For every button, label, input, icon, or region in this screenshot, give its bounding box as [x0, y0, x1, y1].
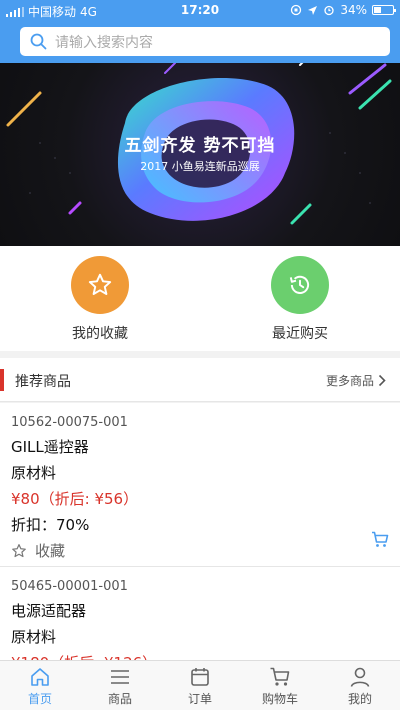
history-icon	[289, 275, 310, 294]
favorite-toggle[interactable]: 收藏	[11, 540, 389, 561]
cart-icon	[270, 667, 290, 686]
location-icon	[308, 5, 318, 15]
orientation-lock-icon	[291, 4, 302, 16]
tab-home-label: 首页	[27, 692, 52, 706]
home-icon	[31, 668, 49, 686]
promo-banner[interactable]: 五剑齐发 势不可挡 2017 小鱼易连新品巡展	[0, 63, 400, 246]
chevron-right-icon	[378, 374, 386, 387]
recommended-section-header: 推荐商品 更多商品	[0, 358, 400, 402]
banner-subtitle: 2017 小鱼易连新品巡展	[140, 160, 260, 173]
favorites-label: 我的收藏	[72, 326, 128, 342]
more-products-link[interactable]: 更多商品	[326, 372, 386, 389]
tab-profile[interactable]: 我的	[320, 661, 400, 710]
add-to-cart-button[interactable]	[371, 531, 389, 552]
header: 中国移动 4G 17:20 34% 请输入搜索内容	[0, 0, 400, 63]
battery-percent: 34%	[340, 3, 367, 17]
star-outline-icon	[12, 543, 26, 557]
tab-orders[interactable]: 订单	[160, 661, 240, 710]
product-code: 10562-00075-001	[11, 415, 128, 430]
product-code: 50465-00001-001	[11, 579, 128, 594]
tab-profile-label: 我的	[347, 692, 372, 706]
product-discount: 折扣：70%	[11, 516, 90, 534]
search-input[interactable]: 请输入搜索内容	[20, 27, 390, 56]
status-bar: 中国移动 4G 17:20 34%	[0, 0, 400, 22]
product-name: 电源适配器	[11, 602, 87, 620]
product-price: ¥80（折后: ¥56）	[11, 490, 139, 508]
tab-cart[interactable]: 购物车	[240, 661, 320, 710]
tab-bar: 首页 商品 订单 购物车 我的	[0, 660, 400, 710]
app-screen: 中国移动 4G 17:20 34% 请输入搜索内容 五剑齐发 势不可挡 2017…	[0, 0, 400, 710]
recent-circle	[271, 256, 329, 314]
cart-icon	[372, 531, 389, 547]
product-item[interactable]: 50465-00001-001 电源适配器 原材料 ¥180（折后: ¥126）	[0, 567, 400, 660]
product-type: 原材料	[11, 464, 57, 482]
recent-purchases-button[interactable]: 最近购买	[240, 256, 360, 343]
search-placeholder: 请输入搜索内容	[55, 34, 153, 51]
recent-label: 最近购买	[272, 326, 328, 342]
tab-products[interactable]: 商品	[80, 661, 160, 710]
section-title: 推荐商品	[15, 374, 71, 390]
product-item[interactable]: 10562-00075-001 GILL遥控器 原材料 ¥80（折后: ¥56）…	[0, 403, 400, 567]
product-price: ¥180（折后: ¥126）	[11, 652, 389, 660]
more-products-label: 更多商品	[325, 374, 374, 388]
alarm-icon	[324, 5, 334, 16]
product-list: 10562-00075-001 GILL遥控器 原材料 ¥80（折后: ¥56）…	[0, 403, 400, 660]
user-icon	[350, 667, 370, 687]
product-name: GILL遥控器	[11, 438, 89, 456]
search-icon	[30, 33, 47, 50]
battery-icon	[372, 5, 396, 15]
calendar-icon	[191, 668, 209, 686]
tab-home[interactable]: 首页	[0, 661, 80, 710]
tab-orders-label: 订单	[187, 692, 212, 706]
section-accent-bar	[0, 369, 4, 391]
favorites-circle	[71, 256, 129, 314]
tab-products-label: 商品	[107, 692, 132, 706]
favorite-label: 收藏	[35, 542, 66, 560]
status-right: 34%	[290, 3, 396, 17]
favorites-button[interactable]: 我的收藏	[40, 256, 160, 343]
tab-cart-label: 购物车	[261, 692, 298, 706]
product-type: 原材料	[11, 628, 57, 646]
quick-actions: 我的收藏 最近购买	[0, 246, 400, 351]
menu-icon	[111, 670, 129, 684]
banner-title: 五剑齐发 势不可挡	[124, 136, 276, 156]
star-icon	[88, 273, 112, 295]
